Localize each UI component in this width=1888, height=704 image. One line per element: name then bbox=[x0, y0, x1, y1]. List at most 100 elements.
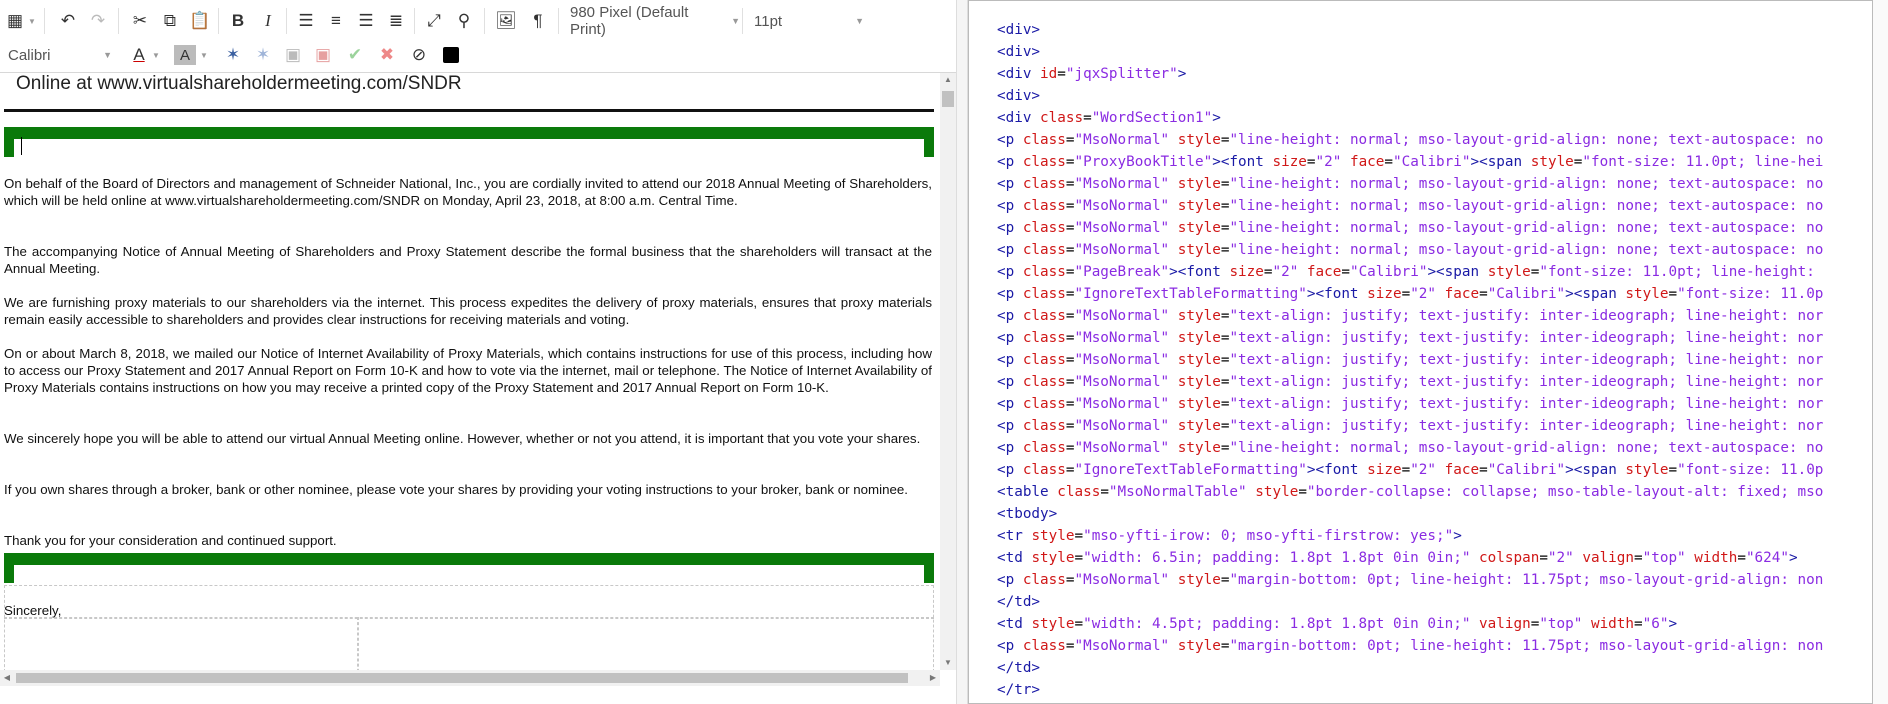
highlight-color-icon[interactable]: A bbox=[174, 45, 196, 65]
bold-icon[interactable]: B bbox=[226, 8, 250, 34]
paste-icon[interactable]: 📋 bbox=[188, 8, 212, 34]
page-size-value: 980 Pixel (Default Print) bbox=[570, 4, 689, 38]
source-line[interactable]: <div id="jqxSplitter"> bbox=[997, 63, 1872, 85]
align-justify-icon[interactable]: ≣ bbox=[384, 8, 408, 34]
source-token bbox=[1247, 484, 1256, 500]
source-line[interactable]: <p class="MsoNormal" style="text-align: … bbox=[997, 371, 1872, 393]
italic-icon[interactable]: I bbox=[256, 8, 280, 34]
document-body[interactable]: Online at www.virtualshareholdermeeting.… bbox=[0, 73, 940, 670]
source-token: = bbox=[1634, 616, 1643, 632]
table-icon[interactable]: ▦ bbox=[4, 8, 26, 34]
source-token: ><font bbox=[1212, 154, 1273, 170]
font-color-icon[interactable]: A bbox=[128, 42, 150, 68]
scroll-thumb[interactable] bbox=[942, 91, 954, 107]
source-scrollbar[interactable] bbox=[1873, 0, 1888, 704]
align-right-icon[interactable]: ☰ bbox=[354, 8, 378, 34]
source-line[interactable]: <div> bbox=[997, 41, 1872, 63]
source-line[interactable]: <p class="PageBreak"><font size="2" face… bbox=[997, 261, 1872, 283]
source-line[interactable]: <p class="MsoNormal" style="line-height:… bbox=[997, 195, 1872, 217]
source-token: = bbox=[1298, 484, 1307, 500]
html-source-icon[interactable] bbox=[440, 42, 462, 68]
source-token: = bbox=[1479, 462, 1488, 478]
toolbar-separator bbox=[118, 8, 119, 34]
accept-icon[interactable]: ✔ bbox=[344, 42, 366, 68]
source-token: "MsoNormal" bbox=[1074, 572, 1170, 588]
source-token: style bbox=[1177, 440, 1221, 456]
align-left-icon[interactable]: ☰ bbox=[294, 8, 318, 34]
letter-paragraph-3: We are furnishing proxy materials to our… bbox=[4, 295, 932, 327]
cut-icon[interactable]: ✂ bbox=[128, 8, 152, 34]
scroll-right-icon[interactable]: ▶ bbox=[926, 670, 940, 686]
source-token: <p bbox=[997, 572, 1023, 588]
source-line[interactable]: <p class="MsoNormal" style="line-height:… bbox=[997, 217, 1872, 239]
source-token: id bbox=[1040, 66, 1058, 82]
page-size-dropdown[interactable]: 980 Pixel (Default Print) ▼ bbox=[570, 4, 740, 38]
copy-icon[interactable]: ⧉ bbox=[158, 8, 182, 34]
scroll-down-icon[interactable]: ▼ bbox=[940, 656, 956, 670]
source-line[interactable]: <p class="MsoNormal" style="text-align: … bbox=[997, 327, 1872, 349]
source-line[interactable]: <p class="MsoNormal" style="margin-botto… bbox=[997, 635, 1872, 657]
font-family-dropdown[interactable]: Calibri ▼ bbox=[8, 42, 112, 68]
discard-icon[interactable]: ▣ bbox=[312, 42, 334, 68]
source-line[interactable]: <p class="MsoNormal" style="text-align: … bbox=[997, 305, 1872, 327]
chevron-down-icon[interactable]: ▼ bbox=[198, 42, 210, 68]
source-line[interactable]: <p class="MsoNormal" style="line-height:… bbox=[997, 129, 1872, 151]
source-line[interactable]: <td style="width: 4.5pt; padding: 1.8pt … bbox=[997, 613, 1872, 635]
source-line[interactable]: <p class="MsoNormal" style="text-align: … bbox=[997, 393, 1872, 415]
redo-icon[interactable]: ↷ bbox=[86, 8, 110, 34]
source-line[interactable]: <p class="ProxyBookTitle"><font size="2"… bbox=[997, 151, 1872, 173]
source-line[interactable]: <tr style="mso-yfti-irow: 0; mso-yfti-fi… bbox=[997, 525, 1872, 547]
source-line[interactable]: </td> bbox=[997, 657, 1872, 679]
source-token bbox=[1169, 440, 1178, 456]
unlink-icon[interactable]: ✶ bbox=[252, 42, 274, 68]
scroll-thumb[interactable] bbox=[16, 673, 908, 683]
source-line[interactable]: <p class = "IgnoreTextTableFormatting"><fo… bbox=[997, 459, 1872, 481]
source-token: class bbox=[1022, 132, 1066, 148]
source-line[interactable]: <p class="MsoNormal" style="margin-botto… bbox=[997, 569, 1872, 591]
source-line[interactable]: <td style="width: 6.5in; padding: 1.8pt … bbox=[997, 547, 1872, 569]
source-line[interactable]: <tbody> bbox=[997, 503, 1872, 525]
source-line[interactable]: </tr> bbox=[997, 679, 1872, 701]
source-code-view[interactable]: <div> <div> <div id="jqxSplitter"> <div> <di… bbox=[997, 19, 1872, 701]
undo-icon[interactable]: ↶ bbox=[56, 8, 80, 34]
merge-field-icon[interactable]: ✶ bbox=[222, 42, 244, 68]
source-line[interactable]: <p class="MsoNormal" style="line-height:… bbox=[997, 437, 1872, 459]
chevron-down-icon[interactable]: ▼ bbox=[150, 42, 162, 68]
image-icon[interactable]: 🖼 bbox=[494, 8, 518, 34]
source-line[interactable]: <p class="MsoNormal" style="text-align: … bbox=[997, 415, 1872, 437]
editor-vertical-scrollbar[interactable]: ▲ ▼ bbox=[940, 73, 956, 670]
scroll-left-icon[interactable]: ◀ bbox=[0, 670, 14, 686]
chevron-down-icon[interactable]: ▼ bbox=[26, 8, 38, 34]
fullscreen-icon[interactable]: ⤢ bbox=[422, 8, 446, 34]
source-line[interactable]: </td> bbox=[997, 591, 1872, 613]
source-line[interactable]: <div class="WordSection1"> bbox=[997, 107, 1872, 129]
reject-icon[interactable]: ✖ bbox=[376, 42, 398, 68]
source-line[interactable]: <div> bbox=[997, 85, 1872, 107]
source-token: "Calibri" bbox=[1393, 154, 1471, 170]
save-icon[interactable]: ▣ bbox=[282, 42, 304, 68]
source-line[interactable]: <p class="MsoNormal" style="text-align: … bbox=[997, 349, 1872, 371]
source-line[interactable]: <div> bbox=[997, 19, 1872, 41]
find-icon[interactable]: ⚲ bbox=[452, 8, 476, 34]
source-line[interactable]: <p class="MsoNormal" style="line-height:… bbox=[997, 173, 1872, 195]
editor-horizontal-scrollbar[interactable]: ◀ ▶ bbox=[0, 670, 940, 686]
font-size-dropdown[interactable]: 11pt ▼ bbox=[754, 8, 864, 34]
source-token: "top" bbox=[1642, 550, 1686, 566]
clear-format-icon[interactable]: ⊘ bbox=[408, 42, 430, 68]
source-line[interactable]: <table class="MsoNormalTable" style="bor… bbox=[997, 481, 1872, 503]
align-center-icon[interactable]: ≡ bbox=[324, 8, 348, 34]
source-line[interactable]: <p class = "IgnoreTextTableFormatting"><fo… bbox=[997, 283, 1872, 305]
source-token: "MsoNormal" bbox=[1074, 374, 1170, 390]
source-token: <p bbox=[997, 198, 1023, 214]
source-token: "MsoNormal" bbox=[1074, 330, 1170, 346]
html-source-pane[interactable]: <div> <div> <div id="jqxSplitter"> <div> <di… bbox=[968, 0, 1873, 704]
paragraph-icon[interactable]: ¶ bbox=[526, 8, 550, 34]
source-token: "margin-bottom: 0pt; line-height: 11.75p… bbox=[1229, 572, 1824, 588]
splitter-handle[interactable] bbox=[956, 0, 968, 704]
scroll-up-icon[interactable]: ▲ bbox=[940, 73, 956, 87]
source-line[interactable]: <p class="MsoNormal" style="line-height:… bbox=[997, 239, 1872, 261]
source-token: ><span bbox=[1565, 462, 1626, 478]
source-token: class bbox=[1022, 286, 1066, 302]
signature-table[interactable] bbox=[4, 585, 934, 670]
source-token: <div bbox=[997, 66, 1041, 82]
